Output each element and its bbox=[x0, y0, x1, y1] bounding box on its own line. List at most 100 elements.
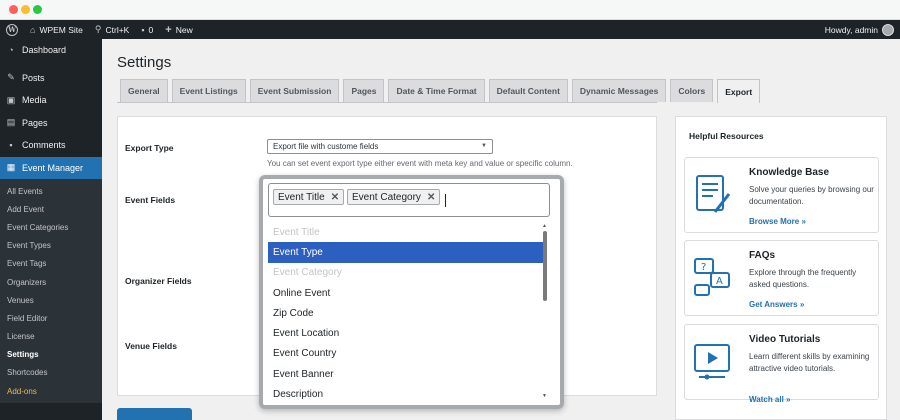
dropdown-option[interactable]: Online Event bbox=[268, 283, 543, 303]
event-fields-dropdown-list: Event Title Event Type Event Category On… bbox=[268, 222, 543, 405]
admin-bar: W ⌂ WPEM Site ⚲ Ctrl+K ▪ 0 + New Howdy, … bbox=[0, 20, 900, 39]
tab-event-listings[interactable]: Event Listings bbox=[171, 79, 246, 102]
dropdown-option[interactable]: Event Type bbox=[268, 242, 543, 263]
page-title: Settings bbox=[117, 54, 172, 71]
submenu-all-events[interactable]: All Events bbox=[0, 182, 102, 200]
remove-chip-icon[interactable]: ✕ bbox=[331, 192, 339, 203]
resource-text: Learn different skills by examining attr… bbox=[749, 352, 870, 373]
submenu-add-event[interactable]: Add Event bbox=[0, 200, 102, 218]
event-fields-label: Event Fields bbox=[125, 195, 176, 205]
submenu-event-types[interactable]: Event Types bbox=[0, 237, 102, 255]
sidebar-item-pages[interactable]: ▤ Pages bbox=[0, 112, 102, 135]
submenu-license[interactable]: License bbox=[0, 328, 102, 346]
resource-text: Solve your queries by browsing our docum… bbox=[749, 185, 874, 206]
tab-export[interactable]: Export bbox=[717, 79, 761, 103]
chevron-down-icon: ▼ bbox=[481, 143, 487, 149]
selected-chip-event-title: Event Title ✕ bbox=[273, 189, 345, 205]
plus-icon: + bbox=[165, 23, 172, 36]
organizer-fields-label: Organizer Fields bbox=[125, 276, 192, 286]
scroll-up-icon[interactable]: ▲ bbox=[542, 223, 547, 229]
helpful-resources-panel: Helpful Resources Knowledge Base Solve y… bbox=[675, 116, 887, 420]
faq-icon: ? A bbox=[694, 258, 730, 296]
dropdown-option[interactable]: Event Banner bbox=[268, 364, 543, 384]
dropdown-option[interactable]: Event Location bbox=[268, 323, 543, 343]
resource-card-knowledge-base: Knowledge Base Solve your queries by bro… bbox=[684, 157, 879, 233]
dashboard-icon: ◔ bbox=[8, 45, 14, 56]
selected-chip-event-category: Event Category ✕ bbox=[347, 189, 441, 205]
minimize-window-button[interactable] bbox=[21, 5, 30, 14]
avatar bbox=[882, 23, 894, 36]
export-type-select[interactable]: Export file with custome fields ▼ bbox=[267, 139, 493, 154]
submenu-event-tags[interactable]: Event Tags bbox=[0, 255, 102, 273]
resource-heading: Video Tutorials bbox=[749, 334, 821, 345]
maximize-window-button[interactable] bbox=[33, 5, 42, 14]
site-name-link[interactable]: ⌂ WPEM Site bbox=[24, 20, 89, 39]
dropdown-option: Event Category bbox=[273, 267, 342, 279]
scroll-down-icon[interactable]: ▼ bbox=[542, 393, 547, 399]
watch-all-link[interactable]: Watch all » bbox=[749, 395, 791, 404]
account-menu[interactable]: Howdy, admin bbox=[825, 23, 900, 36]
wp-logo-button[interactable]: W bbox=[0, 20, 24, 39]
calendar-icon: ▦ bbox=[6, 162, 16, 173]
close-window-button[interactable] bbox=[9, 5, 18, 14]
comments-link[interactable]: ▪ 0 bbox=[135, 20, 159, 39]
submenu-organizers[interactable]: Organizers bbox=[0, 273, 102, 291]
document-icon bbox=[696, 175, 731, 213]
sidebar-item-media[interactable]: ▣ Media bbox=[0, 89, 102, 112]
get-answers-link[interactable]: Get Answers » bbox=[749, 300, 804, 309]
home-icon: ⌂ bbox=[30, 24, 36, 35]
text-cursor bbox=[445, 194, 446, 207]
video-icon bbox=[694, 344, 730, 380]
tab-date-time-format[interactable]: Date & Time Format bbox=[388, 79, 485, 102]
dropdown-option[interactable]: Event Country bbox=[268, 344, 543, 364]
pages-icon: ▤ bbox=[6, 117, 16, 128]
submenu-event-categories[interactable]: Event Categories bbox=[0, 218, 102, 236]
save-changes-button[interactable] bbox=[117, 408, 192, 420]
svg-text:?: ? bbox=[701, 262, 706, 273]
tab-colors[interactable]: Colors bbox=[670, 79, 714, 102]
sidebar-item-event-manager[interactable]: ▦ Event Manager bbox=[0, 156, 102, 179]
export-type-label: Export Type bbox=[125, 143, 174, 153]
event-fields-input[interactable]: Event Title ✕ Event Category ✕ bbox=[268, 183, 550, 217]
dropdown-option: Event Title bbox=[273, 226, 320, 238]
event-fields-multiselect: Event Title ✕ Event Category ✕ Event Tit… bbox=[259, 175, 564, 409]
dropdown-option[interactable]: Description bbox=[268, 384, 543, 404]
resource-heading: Knowledge Base bbox=[749, 167, 830, 178]
tabs-divider bbox=[117, 102, 657, 103]
dropdown-option[interactable]: Zip Code bbox=[268, 303, 543, 323]
resource-text: Explore through the frequently asked que… bbox=[749, 268, 857, 289]
search-icon: ⚲ bbox=[94, 24, 102, 34]
resource-heading: FAQs bbox=[749, 250, 776, 261]
comment-icon: ▪ bbox=[9, 140, 13, 151]
submenu-field-editor[interactable]: Field Editor bbox=[0, 309, 102, 327]
venue-fields-label: Venue Fields bbox=[125, 341, 177, 351]
submenu-settings[interactable]: Settings bbox=[0, 346, 102, 364]
media-icon: ▣ bbox=[6, 94, 16, 105]
tab-dynamic-messages[interactable]: Dynamic Messages bbox=[571, 79, 667, 102]
dropdown-scrollbar[interactable] bbox=[543, 231, 547, 301]
command-palette-button[interactable]: ⚲ Ctrl+K bbox=[89, 20, 135, 39]
settings-tabs: General Event Listings Event Submission … bbox=[120, 79, 761, 103]
tab-default-content[interactable]: Default Content bbox=[488, 79, 568, 102]
sidebar-item-dashboard[interactable]: ◔ Dashboard bbox=[0, 39, 102, 62]
remove-chip-icon[interactable]: ✕ bbox=[427, 192, 435, 203]
browse-more-link[interactable]: Browse More » bbox=[749, 217, 806, 226]
window-chrome bbox=[0, 0, 900, 20]
sidebar-item-posts[interactable]: ✎ Posts bbox=[0, 67, 102, 90]
resource-card-faqs: ? A FAQs Explore through the frequently … bbox=[684, 240, 879, 316]
comment-icon: ▪ bbox=[141, 24, 145, 35]
pin-icon: ✎ bbox=[7, 72, 15, 83]
submenu-shortcodes[interactable]: Shortcodes bbox=[0, 364, 102, 382]
resource-card-video-tutorials: Video Tutorials Learn different skills b… bbox=[684, 324, 879, 404]
tab-pages[interactable]: Pages bbox=[343, 79, 385, 102]
sidebar-item-comments[interactable]: ▪ Comments bbox=[0, 134, 102, 157]
tab-event-submission[interactable]: Event Submission bbox=[249, 79, 340, 102]
admin-sidebar: ◔ Dashboard ✎ Posts ▣ Media ▤ Pages ▪ Co… bbox=[0, 39, 102, 420]
submenu-venues[interactable]: Venues bbox=[0, 291, 102, 309]
tab-general[interactable]: General bbox=[120, 79, 168, 102]
svg-text:A: A bbox=[716, 276, 723, 287]
submenu-add-ons[interactable]: Add-ons bbox=[0, 382, 102, 400]
wordpress-icon: W bbox=[6, 23, 18, 36]
new-content-button[interactable]: + New bbox=[159, 20, 198, 39]
export-type-description: You can set event export type either eve… bbox=[267, 159, 573, 168]
